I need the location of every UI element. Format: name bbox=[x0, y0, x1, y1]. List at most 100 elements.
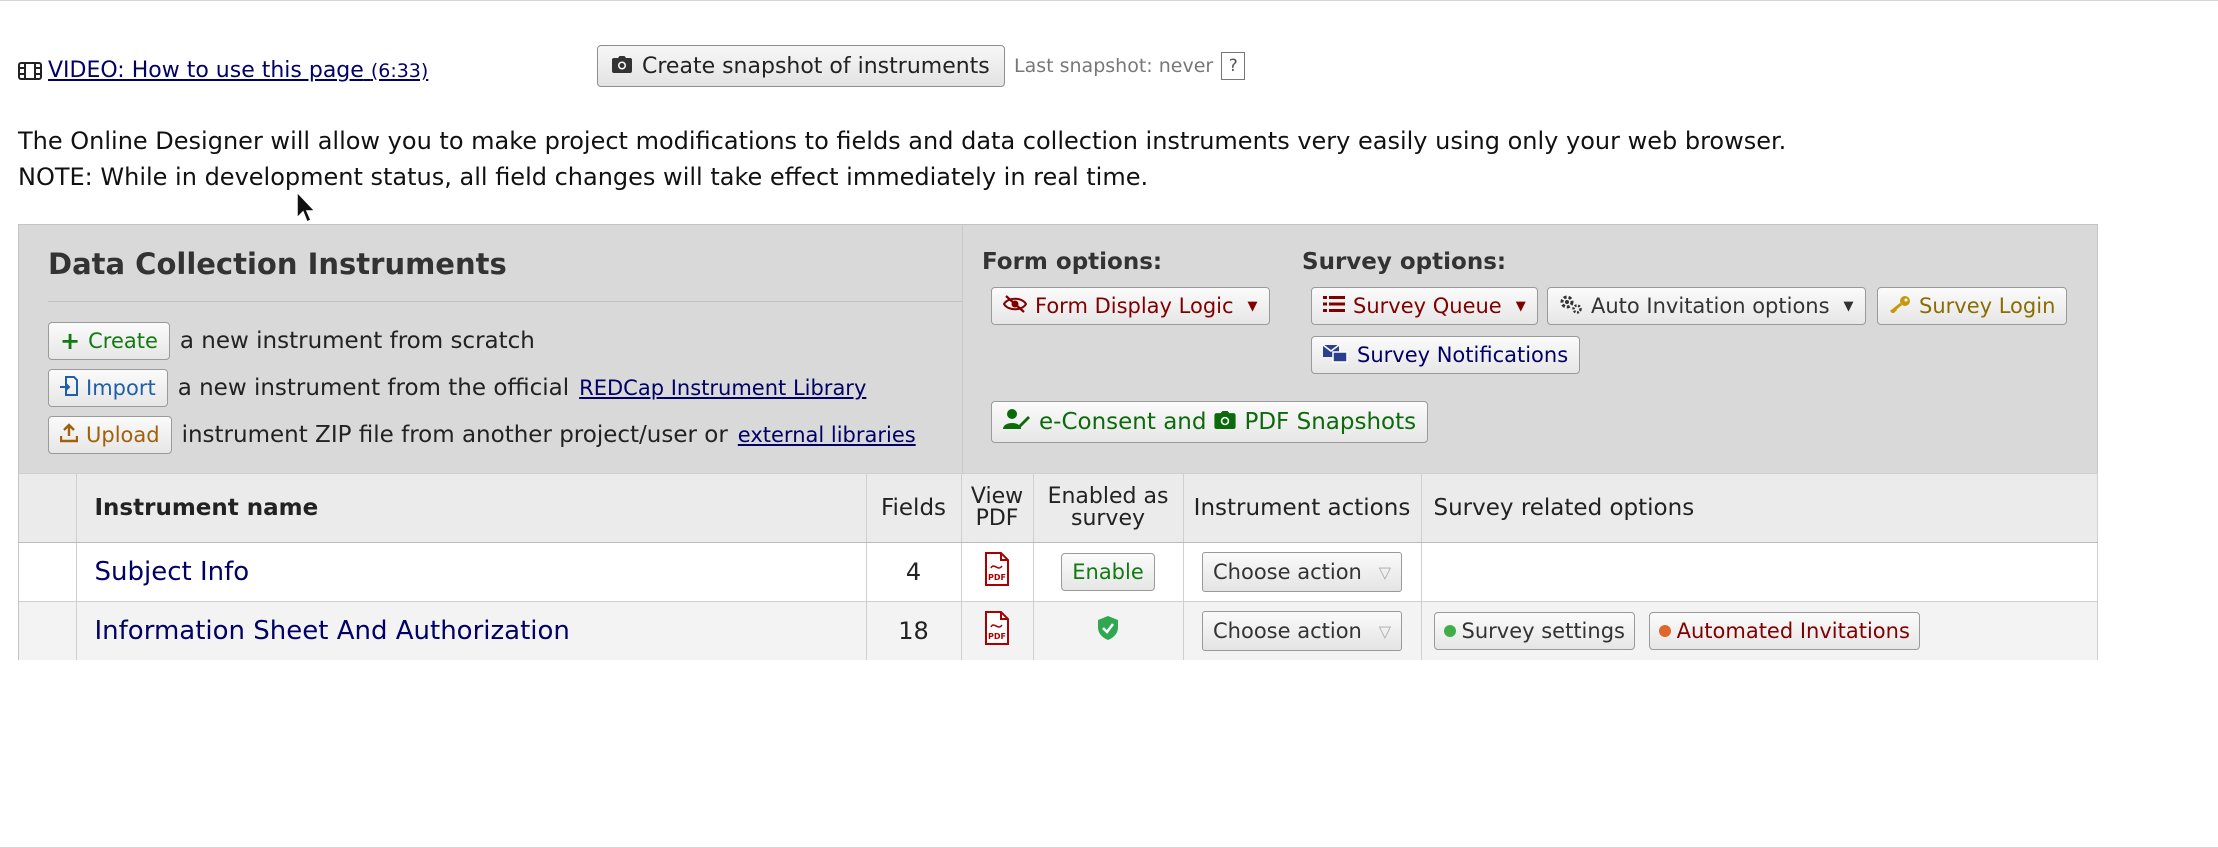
drag-handle[interactable] bbox=[19, 542, 77, 602]
intro-text: The Online Designer will allow you to ma… bbox=[18, 123, 1786, 195]
instruments-panel: Data Collection Instruments + Create a n… bbox=[18, 224, 2098, 660]
instrument-link[interactable]: Subject Info bbox=[77, 557, 250, 587]
import-button[interactable]: Import bbox=[48, 369, 168, 407]
form-display-logic-label: Form Display Logic bbox=[1035, 294, 1234, 318]
snapshot-button-label: Create snapshot of instruments bbox=[642, 53, 990, 79]
last-snapshot-info: Last snapshot: never ? bbox=[1014, 52, 1246, 80]
last-snapshot-text: Last snapshot: never bbox=[1014, 55, 1214, 77]
video-duration: (6:33) bbox=[370, 60, 429, 82]
choose-action-dropdown[interactable]: Choose action ▽ bbox=[1202, 552, 1402, 592]
eye-slash-icon bbox=[1002, 294, 1028, 318]
instrument-creation-section: Data Collection Instruments + Create a n… bbox=[19, 225, 963, 473]
instruments-table: Instrument name Fields View PDF Enabled a… bbox=[19, 473, 2098, 660]
enabled-header-line2: survey bbox=[1070, 506, 1146, 531]
create-row: + Create a new instrument from scratch bbox=[48, 322, 535, 360]
survey-notifications-button[interactable]: Survey Notifications bbox=[1311, 336, 1581, 374]
survey-options-cell bbox=[1421, 542, 2098, 602]
instrument-name-header: Instrument name bbox=[76, 473, 867, 543]
instrument-link[interactable]: Information Sheet And Authorization bbox=[77, 616, 570, 646]
econsent-pdf-snapshots-button[interactable]: e-Consent and PDF Snapshots bbox=[991, 401, 1429, 443]
upload-description: instrument ZIP file from another project… bbox=[181, 422, 728, 448]
pdf-icon[interactable]: PDF bbox=[984, 552, 1010, 592]
list-icon bbox=[1323, 294, 1345, 318]
instrument-actions-header: Instrument actions bbox=[1183, 473, 1422, 543]
shield-check-icon bbox=[1097, 616, 1119, 647]
create-button-label: Create bbox=[88, 329, 158, 353]
top-divider bbox=[0, 0, 2218, 1]
plus-icon: + bbox=[60, 327, 81, 355]
survey-notifications-label: Survey Notifications bbox=[1357, 343, 1569, 367]
pdf-icon[interactable]: PDF bbox=[984, 611, 1010, 651]
import-description: a new instrument from the official bbox=[177, 375, 570, 401]
actions-cell: Choose action ▽ bbox=[1183, 542, 1422, 602]
drag-handle[interactable] bbox=[19, 601, 77, 660]
create-snapshot-button[interactable]: Create snapshot of instruments bbox=[597, 45, 1005, 87]
video-link-row: VIDEO: How to use this page (6:33) bbox=[18, 58, 428, 83]
survey-queue-button[interactable]: Survey Queue ▼ bbox=[1311, 287, 1538, 325]
panel-title: Data Collection Instruments bbox=[48, 247, 507, 281]
help-button[interactable]: ? bbox=[1221, 52, 1246, 80]
video-link-text: VIDEO: How to use this page bbox=[48, 58, 364, 83]
triangle-down-icon: ▽ bbox=[1378, 621, 1391, 641]
drag-column-header bbox=[19, 473, 77, 543]
choose-action-label: Choose action bbox=[1213, 560, 1362, 584]
survey-settings-label: Survey settings bbox=[1461, 619, 1625, 643]
fields-header: Fields bbox=[866, 473, 962, 543]
view-pdf-header: View PDF bbox=[961, 473, 1034, 543]
field-count: 4 bbox=[866, 542, 962, 602]
intro-line-2: NOTE: While in development status, all f… bbox=[18, 163, 1149, 191]
automated-invitations-button[interactable]: Automated Invitations bbox=[1648, 612, 1920, 650]
triangle-down-icon: ▽ bbox=[1378, 562, 1391, 582]
film-icon bbox=[18, 61, 42, 81]
enabled-cell bbox=[1033, 601, 1184, 660]
enable-survey-button[interactable]: Enable bbox=[1061, 553, 1155, 591]
svg-text:PDF: PDF bbox=[988, 573, 1006, 582]
table-row: Subject Info 4 PDF Enable Choose action ▽ bbox=[19, 542, 2098, 602]
form-display-logic-button[interactable]: Form Display Logic ▼ bbox=[991, 287, 1270, 325]
caret-down-icon: ▼ bbox=[1247, 298, 1258, 314]
gears-icon bbox=[1559, 294, 1583, 319]
camera-icon bbox=[1214, 409, 1237, 435]
table-row: Information Sheet And Authorization 18 P… bbox=[19, 601, 2098, 660]
caret-down-icon: ▼ bbox=[1843, 298, 1854, 314]
upload-button[interactable]: Upload bbox=[48, 416, 172, 454]
upload-row: Upload instrument ZIP file from another … bbox=[48, 416, 916, 454]
survey-options-header: Survey related options bbox=[1421, 473, 2098, 543]
upload-icon bbox=[59, 422, 79, 448]
import-row: Import a new instrument from the officia… bbox=[48, 369, 866, 407]
create-button[interactable]: + Create bbox=[48, 322, 170, 360]
view-pdf-header-line2: PDF bbox=[975, 506, 1019, 531]
key-icon bbox=[1889, 294, 1911, 318]
survey-options-label: Survey options: bbox=[1302, 249, 1507, 275]
pdf-snapshots-label: PDF Snapshots bbox=[1244, 409, 1417, 435]
auto-invitation-label: Auto Invitation options bbox=[1591, 294, 1830, 318]
automated-invitations-label: Automated Invitations bbox=[1676, 619, 1910, 643]
actions-cell: Choose action ▽ bbox=[1183, 601, 1422, 660]
enabled-cell: Enable bbox=[1033, 542, 1184, 602]
intro-line-1: The Online Designer will allow you to ma… bbox=[18, 127, 1787, 155]
external-libraries-link[interactable]: external libraries bbox=[738, 423, 916, 447]
svg-text:PDF: PDF bbox=[988, 632, 1006, 641]
green-status-dot-icon bbox=[1443, 625, 1456, 637]
choose-action-label: Choose action bbox=[1213, 619, 1362, 643]
survey-settings-button[interactable]: Survey settings bbox=[1433, 612, 1635, 650]
survey-options-cell: Survey settings Automated Invitations bbox=[1421, 601, 2098, 660]
import-icon bbox=[60, 375, 78, 401]
user-pen-icon bbox=[1003, 408, 1031, 436]
auto-invitation-button[interactable]: Auto Invitation options ▼ bbox=[1547, 287, 1866, 325]
table-header-row: Instrument name Fields View PDF Enabled a… bbox=[19, 473, 2098, 543]
pdf-cell: PDF bbox=[961, 601, 1034, 660]
caret-down-icon: ▼ bbox=[1515, 298, 1526, 314]
choose-action-dropdown[interactable]: Choose action ▽ bbox=[1202, 611, 1402, 651]
notifications-icon bbox=[1322, 343, 1349, 368]
camera-icon bbox=[612, 54, 632, 79]
pdf-cell: PDF bbox=[961, 542, 1034, 602]
econsent-label: e-Consent and bbox=[1039, 409, 1207, 435]
survey-login-button[interactable]: Survey Login bbox=[1877, 287, 2068, 325]
panel-divider bbox=[48, 301, 962, 302]
instrument-library-link[interactable]: REDCap Instrument Library bbox=[579, 376, 866, 400]
orange-status-dot-icon bbox=[1658, 625, 1671, 637]
field-count: 18 bbox=[866, 601, 962, 660]
video-link[interactable]: VIDEO: How to use this page (6:33) bbox=[48, 58, 428, 83]
enabled-survey-header: Enabled as survey bbox=[1033, 473, 1184, 543]
